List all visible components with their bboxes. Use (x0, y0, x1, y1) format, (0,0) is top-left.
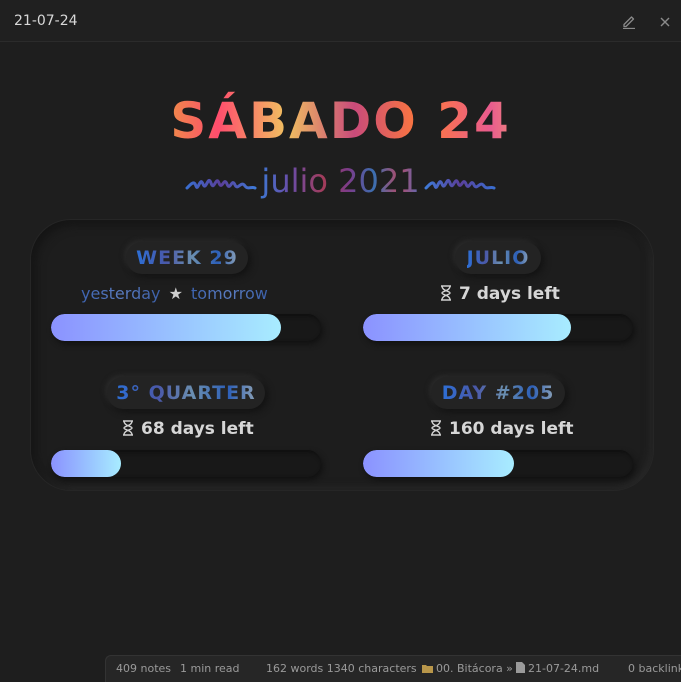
day-days-left: 160 days left (449, 419, 574, 439)
tomorrow-link[interactable]: tomorrow (191, 284, 268, 303)
week-label: WEEK 29 (136, 247, 238, 269)
backlinks-count[interactable]: 0 backlinks (628, 662, 681, 675)
quarter-progress-fill (51, 450, 122, 477)
title-bar: 21-07-24 (0, 0, 681, 42)
week-nav: yesterday ★ tomorrow (81, 283, 268, 305)
week-label-pill: WEEK 29 (126, 242, 248, 274)
day-progress-fill (363, 450, 515, 477)
quarter-label-pill: 3° QUARTER (107, 377, 265, 409)
month-days-left-row: 7 days left (437, 283, 560, 305)
star-icon: ★ (168, 284, 183, 303)
day-title: SÁBADO 24 (0, 88, 681, 154)
quarter-progress-bar (51, 450, 321, 477)
yesterday-link[interactable]: yesterday (81, 284, 161, 303)
file-icon (516, 662, 525, 673)
notes-count: 409 notes (116, 662, 172, 675)
day-label: DAY #205 (441, 382, 555, 404)
pencil-icon[interactable] (621, 13, 637, 30)
month-progress-fill (363, 314, 571, 341)
day-progress-bar (363, 450, 633, 477)
folder-icon (422, 665, 433, 673)
close-icon[interactable] (657, 13, 673, 29)
status-bar: 409 notes 1 min read 162 words 1340 char… (105, 655, 681, 682)
read-time: 1 min read (180, 662, 240, 675)
month-label: JULIO (466, 247, 530, 269)
word-char-count: 162 words 1340 characters (266, 662, 417, 675)
quarter-days-left-row: 68 days left (119, 418, 254, 440)
breadcrumb-file[interactable]: 21-07-24.md (516, 662, 599, 675)
breadcrumb-folder[interactable]: 00. Bitácora » (422, 662, 513, 675)
month-label-pill: JULIO (455, 242, 541, 274)
month-year: julio 2021 (257, 161, 423, 201)
month-progress-bar (363, 314, 633, 341)
quarter-label: 3° QUARTER (116, 382, 256, 404)
month-year-row: julio 2021 (0, 158, 681, 204)
hourglass-icon (431, 420, 441, 436)
day-days-left-row: 160 days left (427, 418, 574, 440)
hourglass-icon (441, 285, 451, 301)
week-progress-bar (51, 314, 321, 341)
month-days-left: 7 days left (459, 284, 560, 304)
week-progress-fill (51, 314, 281, 341)
day-label-pill: DAY #205 (431, 377, 565, 409)
folder-name: 00. Bitácora » (436, 662, 513, 675)
note-title: 21-07-24 (14, 13, 78, 29)
quarter-days-left: 68 days left (141, 419, 254, 439)
file-name: 21-07-24.md (528, 662, 600, 675)
note-window: 21-07-24 SÁBADO 24 julio 2021 WEEK 29 ye… (0, 0, 681, 682)
right-squiggle-decoration (424, 178, 496, 190)
left-squiggle-decoration (185, 178, 257, 190)
hourglass-icon (123, 420, 133, 436)
